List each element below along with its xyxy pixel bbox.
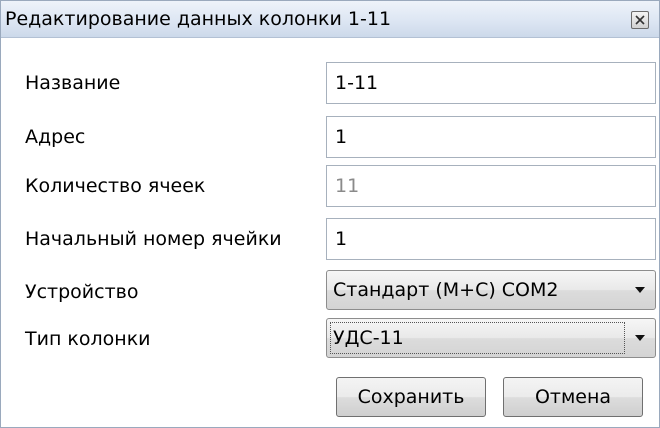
name-field[interactable]: 1-11	[326, 62, 656, 104]
cancel-button[interactable]: Отмена	[503, 377, 643, 417]
start-cell-label: Начальный номер ячейки	[25, 228, 282, 250]
chevron-down-icon	[635, 287, 645, 293]
column-type-select-value: УДС-11	[333, 327, 404, 349]
cell-count-field: 11	[326, 165, 656, 207]
name-label: Название	[25, 72, 121, 94]
device-label: Устройство	[25, 281, 139, 303]
cell-count-label: Количество ячеек	[25, 175, 206, 197]
address-label: Адрес	[25, 126, 86, 148]
chevron-down-icon	[635, 335, 645, 341]
device-select-value: Стандарт (М+С) COM2	[333, 279, 559, 301]
column-type-select[interactable]: УДС-11	[326, 318, 656, 358]
column-type-label: Тип колонки	[25, 328, 151, 350]
close-button[interactable]	[631, 11, 649, 29]
address-field[interactable]: 1	[326, 116, 656, 158]
save-button[interactable]: Сохранить	[336, 377, 486, 417]
edit-column-dialog: Редактирование данных колонки 1-11 Назва…	[0, 0, 660, 428]
start-cell-field[interactable]: 1	[326, 218, 656, 260]
dialog-title: Редактирование данных колонки 1-11	[5, 8, 392, 30]
title-bar[interactable]: Редактирование данных колонки 1-11	[1, 0, 659, 38]
close-icon	[635, 15, 645, 25]
device-select[interactable]: Стандарт (М+С) COM2	[326, 270, 656, 310]
